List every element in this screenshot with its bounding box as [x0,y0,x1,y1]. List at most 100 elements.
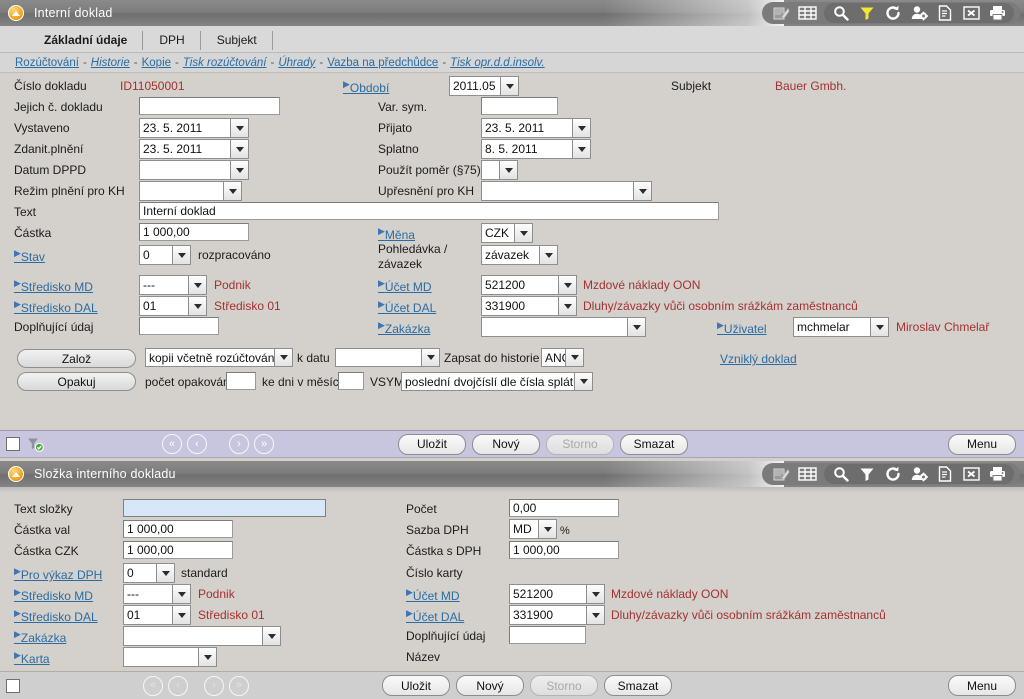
field-stredisko-dal[interactable]: 01 [139,296,207,316]
field-stredisko-dal-value[interactable]: 01 [139,296,188,316]
field-prijato-value[interactable]: 23. 5. 2011 [481,118,572,138]
link-tisk-rozuctovani[interactable]: Tisk rozúčtování [183,57,267,69]
field-mena-value[interactable]: CZK [481,223,514,243]
menu-button[interactable]: Menu [948,675,1016,696]
delete-button[interactable]: Smazat [604,675,672,696]
field-text[interactable]: Interní doklad [139,202,719,220]
link-historie[interactable]: Historie [91,57,130,69]
refresh-icon[interactable] [880,464,906,484]
chevron-down-icon[interactable] [572,118,591,138]
chevron-down-icon[interactable] [156,563,175,583]
chevron-down-icon[interactable] [558,296,577,316]
field-pro-vykaz-dph[interactable]: 0 [123,563,175,583]
search-icon[interactable] [828,3,854,23]
field-uzivatel[interactable]: mchmelar [793,317,889,337]
field-zapsat-do-historie-value[interactable]: ANO [541,348,565,367]
field-pocet-opakovani[interactable] [226,372,256,390]
field-ucet-md-value[interactable]: 521200 [509,584,586,604]
field-ucet-md[interactable]: 521200 [509,584,605,604]
field-zapsat-do-historie[interactable]: ANO [541,348,584,367]
field-var-sym[interactable] [481,97,558,115]
print-icon[interactable] [984,464,1010,484]
field-sazba-dph-value[interactable]: MD [509,519,538,539]
field-ke-dni-v-mesici[interactable] [338,372,364,390]
refresh-icon[interactable] [880,3,906,23]
field-k-datu-value[interactable] [335,348,421,367]
nav-next-button[interactable]: › [229,434,249,454]
nav-first-button[interactable]: « [162,434,182,454]
chevron-down-icon[interactable] [633,181,652,201]
label-stredisko-md[interactable]: ▶Středisko MD [14,278,93,294]
field-castka-s-dph[interactable]: 1 000,00 [509,541,619,559]
label-ucet-dal[interactable]: ▶Účet DAL [378,299,436,315]
chevron-down-icon[interactable] [586,605,605,625]
field-text-slozky[interactable] [123,499,326,517]
field-rezim-plneni-kh[interactable] [139,181,242,201]
field-prijato[interactable]: 23. 5. 2011 [481,118,591,138]
field-doplnujici-udaj[interactable] [139,317,219,335]
field-zaloz-mode-value[interactable]: kopii včetně rozúčtování [145,348,274,367]
field-ucet-dal[interactable]: 331900 [509,605,605,625]
field-stredisko-md-value[interactable]: --- [123,584,172,604]
field-zdanit-plneni[interactable]: 23. 5. 2011 [139,139,249,159]
field-rezim-plneni-kh-value[interactable] [139,181,223,201]
label-karta[interactable]: ▶Karta [14,650,50,666]
field-castka[interactable]: 1 000,00 [139,223,249,241]
chevron-down-icon[interactable] [539,245,558,265]
label-stredisko-dal[interactable]: ▶Středisko DAL [14,608,98,624]
chevron-down-icon[interactable] [574,372,593,391]
field-zdanit-plneni-value[interactable]: 23. 5. 2011 [139,139,230,159]
document-icon[interactable] [932,464,958,484]
chevron-down-icon[interactable] [230,139,249,159]
field-obdobi[interactable]: 2011.05 [449,76,519,96]
field-sazba-dph[interactable]: MD [509,519,557,539]
chevron-down-icon[interactable] [421,348,440,367]
field-vystaveno-value[interactable]: 23. 5. 2011 [139,118,230,138]
field-castka-czk[interactable]: 1 000,00 [123,541,233,559]
chevron-down-icon[interactable] [627,317,646,337]
chevron-down-icon[interactable] [499,160,518,180]
field-datum-dppd-value[interactable] [139,160,230,180]
field-splatno[interactable]: 8. 5. 2011 [481,139,591,159]
field-ucet-md-value[interactable]: 521200 [481,275,558,295]
chevron-down-icon[interactable] [870,317,889,337]
field-vsym-value[interactable]: poslední dvojčíslí dle čísla splátky [401,372,574,391]
window2-select-checkbox[interactable] [6,678,20,693]
label-ucet-dal[interactable]: ▶Účet DAL [406,608,464,624]
menu-button[interactable]: Menu [948,433,1016,455]
chevron-down-icon[interactable] [172,605,191,625]
chevron-down-icon[interactable] [188,275,207,295]
chevron-down-icon[interactable] [198,647,217,667]
link-kopie[interactable]: Kopie [142,57,171,69]
field-stredisko-md[interactable]: --- [139,275,207,295]
label-stav[interactable]: ▶Stav [14,248,45,264]
field-stav-value[interactable]: 0 [139,245,172,265]
link-vznikly-doklad[interactable]: Vzniklý doklad [720,352,797,366]
field-pouzit-pomer[interactable] [481,160,518,180]
link-rozuctovani[interactable]: Rozúčtování [15,57,79,69]
field-karta-value[interactable] [123,647,198,667]
edit-icon[interactable] [768,3,794,23]
field-zakazka-value[interactable] [481,317,627,337]
chevron-down-icon[interactable] [230,118,249,138]
edit-icon[interactable] [768,464,794,484]
field-splatno-value[interactable]: 8. 5. 2011 [481,139,572,159]
chevron-down-icon[interactable] [188,296,207,316]
new-button[interactable]: Nový [456,675,524,696]
label-pro-vykaz-dph[interactable]: ▶Pro výkaz DPH [14,566,102,582]
field-vsym[interactable]: poslední dvojčíslí dle čísla splátky [401,372,593,391]
field-stredisko-dal-value[interactable]: 01 [123,605,172,625]
field-upresneni-kh[interactable] [481,181,652,201]
field-stredisko-dal[interactable]: 01 [123,605,191,625]
field-k-datu[interactable] [335,348,440,367]
label-uzivatel[interactable]: ▶Uživatel [717,320,767,336]
search-icon[interactable] [828,464,854,484]
tab-dph[interactable]: DPH [143,29,202,52]
print-icon[interactable] [984,3,1010,23]
field-castka-val[interactable]: 1 000,00 [123,520,233,538]
tab-subjekt[interactable]: Subjekt [201,29,273,52]
field-mena[interactable]: CZK [481,223,533,243]
delete-button[interactable]: Smazat [620,433,688,455]
chevron-down-icon[interactable] [538,519,557,539]
link-tisk-opr-ddinsolv[interactable]: Tisk opr.d.d.insolv. [450,57,545,69]
